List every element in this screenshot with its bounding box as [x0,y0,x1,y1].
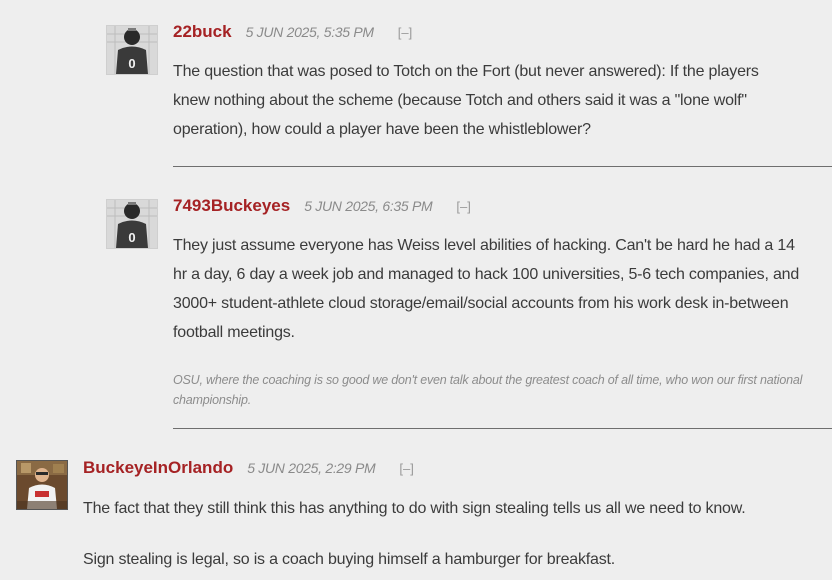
comment-text: The fact that they still think this has … [83,500,746,517]
comment-timestamp: 5 JUN 2025, 5:35 PM [245,24,374,40]
comment-thread: 0 22buck 5 JUN 2025, 5:35 PM [–] The quest… [0,0,832,580]
comment-meta: 22buck 5 JUN 2025, 5:35 PM [–] [173,22,412,46]
comment-text: The question that was posed to Totch on … [173,63,759,138]
user-signature: OSU, where the coaching is so good we do… [173,373,803,407]
author-name[interactable]: 7493Buckeyes [173,196,290,215]
collapse-button[interactable]: [–] [456,199,470,214]
collapse-button[interactable]: [–] [399,461,413,476]
comment-divider [173,166,832,167]
collapse-button[interactable]: [–] [398,25,412,40]
user-avatar-icon[interactable]: 0 [106,199,158,249]
comment-text: Sign stealing is legal, so is a coach bu… [83,551,616,568]
author-name[interactable]: 22buck [173,22,232,41]
comment-timestamp: 5 JUN 2025, 2:29 PM [247,460,376,476]
user-photo-avatar-icon[interactable] [16,460,68,510]
svg-text:0: 0 [128,56,135,71]
comment-meta: 7493Buckeyes 5 JUN 2025, 6:35 PM [–] [173,196,471,220]
comment-meta: BuckeyeInOrlando 5 JUN 2025, 2:29 PM [–] [83,458,414,482]
user-avatar-icon[interactable]: 0 [106,25,158,75]
comment-text: They just assume everyone has Weiss leve… [173,237,800,341]
svg-text:0: 0 [128,230,135,245]
comment-divider [173,428,832,429]
comment-timestamp: 5 JUN 2025, 6:35 PM [304,198,433,214]
author-name[interactable]: BuckeyeInOrlando [83,458,233,477]
